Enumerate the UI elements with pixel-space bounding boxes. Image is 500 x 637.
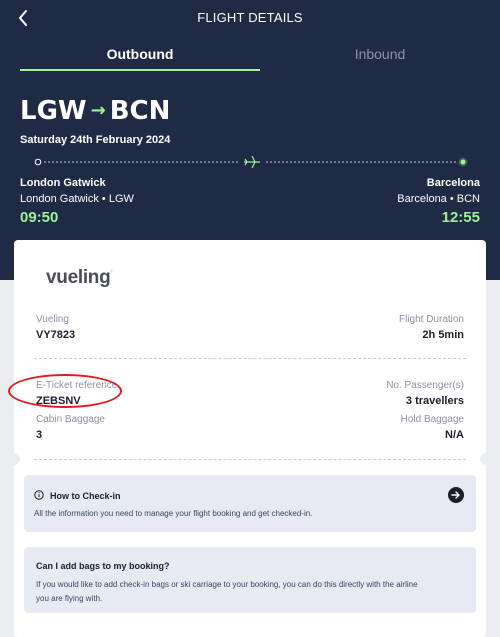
bags-title: Can I add bags to my booking?: [36, 561, 170, 571]
flight-number: VY7823: [36, 329, 76, 341]
passengers-value: 3 travellers: [405, 395, 464, 407]
arrow-right-circle-icon[interactable]: [448, 487, 464, 503]
tab-inbound[interactable]: Inbound: [260, 46, 500, 62]
plane-icon: [244, 156, 260, 168]
flight-track: [34, 156, 468, 168]
airline-logo: vueling·: [46, 266, 114, 288]
route-arrow: →: [90, 100, 106, 121]
airline-label: Vueling: [36, 314, 69, 325]
ticket-perforation: [34, 459, 466, 460]
passengers-label: No. Passenger(s): [386, 380, 464, 391]
bags-text-line2: you are flying with.: [36, 594, 103, 603]
tab-outbound[interactable]: Outbound: [20, 46, 260, 62]
bags-text-line1: If you would like to add check-in bags o…: [36, 580, 418, 589]
route-title: LGW → BCN: [20, 96, 170, 126]
origin-code: LGW: [20, 96, 87, 126]
active-tab-indicator: [20, 69, 260, 71]
hold-baggage-label: Hold Baggage: [400, 414, 464, 425]
page-title: FLIGHT DETAILS: [197, 10, 303, 25]
divider: [34, 358, 466, 359]
checkin-info-box[interactable]: How to Check-in All the information you …: [24, 475, 476, 532]
destination-dot-icon: [460, 159, 466, 165]
eticket-highlight-annotation: [8, 374, 122, 408]
origin-airport: London Gatwick • LGW: [20, 193, 134, 205]
duration-value: 2h 5min: [422, 329, 464, 341]
destination-code: BCN: [109, 96, 171, 126]
checkin-title: How to Check-in: [50, 491, 121, 501]
flight-header: FLIGHT DETAILS Outbound Inbound LGW → BCN …: [0, 0, 500, 280]
ticket-notch-left: [8, 453, 20, 465]
cabin-baggage-label: Cabin Baggage: [36, 414, 105, 425]
destination-city: Barcelona: [426, 177, 480, 189]
flight-date: Saturday 24th February 2024: [20, 134, 171, 146]
ticket-notch-right: [480, 453, 492, 465]
cabin-baggage-value: 3: [36, 429, 43, 441]
top-bar: FLIGHT DETAILS: [0, 0, 500, 36]
origin-city: London Gatwick: [20, 177, 106, 189]
arrival-time: 12:55: [441, 209, 480, 226]
duration-label: Flight Duration: [398, 314, 464, 325]
departure-time: 09:50: [20, 209, 59, 226]
origin-dot-icon: [34, 158, 42, 166]
bags-info-box[interactable]: Can I add bags to my booking? If you wou…: [24, 547, 476, 613]
checkin-text: All the information you need to manage y…: [34, 509, 313, 518]
flight-details-card: vueling· Vueling VY7823 Flight Duration …: [8, 240, 492, 637]
destination-airport: Barcelona • BCN: [397, 193, 480, 205]
info-icon: [34, 490, 44, 500]
direction-tabs: Outbound Inbound: [0, 36, 500, 72]
hold-baggage-value: N/A: [445, 429, 464, 441]
